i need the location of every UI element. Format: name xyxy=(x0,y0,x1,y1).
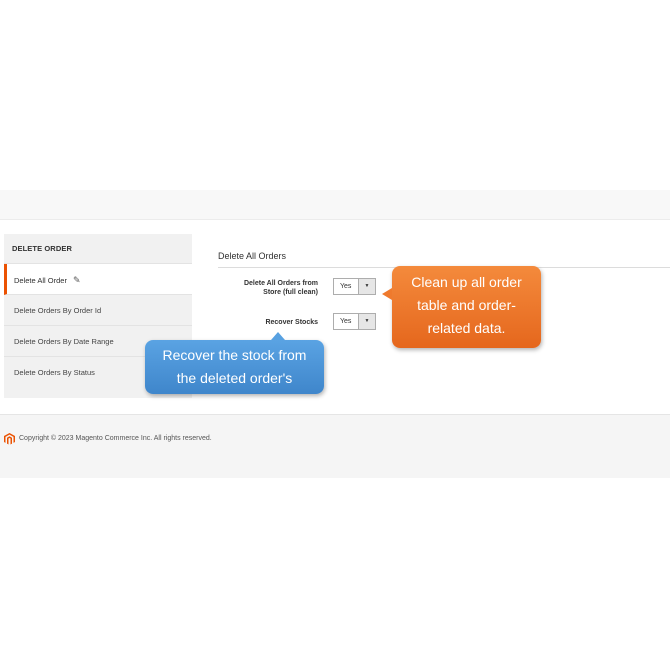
section-title: Delete All Orders xyxy=(218,251,287,261)
chevron-down-icon: ▼ xyxy=(358,314,375,329)
magento-logo-icon xyxy=(4,433,15,445)
sidebar-item-delete-all-order[interactable]: Delete All Order ✎ xyxy=(4,264,192,295)
sidebar-item-label: Delete Orders By Status xyxy=(14,368,95,377)
page-header-band xyxy=(0,190,670,220)
recover-stocks-select[interactable]: Yes ▼ xyxy=(333,313,376,330)
select-value: Yes xyxy=(340,318,352,325)
pencil-icon: ✎ xyxy=(72,275,81,285)
chevron-down-icon: ▼ xyxy=(358,279,375,294)
sidebar-item-label: Delete Orders By Order Id xyxy=(14,306,102,315)
copyright-text: Copyright © 2023 Magento Commerce Inc. A… xyxy=(19,435,212,442)
select-value: Yes xyxy=(340,283,352,290)
sidebar-item-delete-by-order-id[interactable]: Delete Orders By Order Id xyxy=(4,295,192,326)
callout-clean-up: Clean up all order table and order- rela… xyxy=(382,266,541,348)
footer: Copyright © 2023 Magento Commerce Inc. A… xyxy=(0,414,670,478)
recover-stocks-label: Recover Stocks xyxy=(265,319,318,326)
sidebar-title: DELETE ORDER xyxy=(4,234,192,264)
sidebar-item-label: Delete All Order xyxy=(14,276,67,285)
delete-all-orders-label: Delete All Orders from Store (full clean… xyxy=(243,280,318,296)
sidebar-item-label: Delete Orders By Date Range xyxy=(14,337,114,346)
callout-recover-stock: Recover the stock from the deleted order… xyxy=(145,332,324,394)
delete-all-orders-select[interactable]: Yes ▼ xyxy=(333,278,376,295)
